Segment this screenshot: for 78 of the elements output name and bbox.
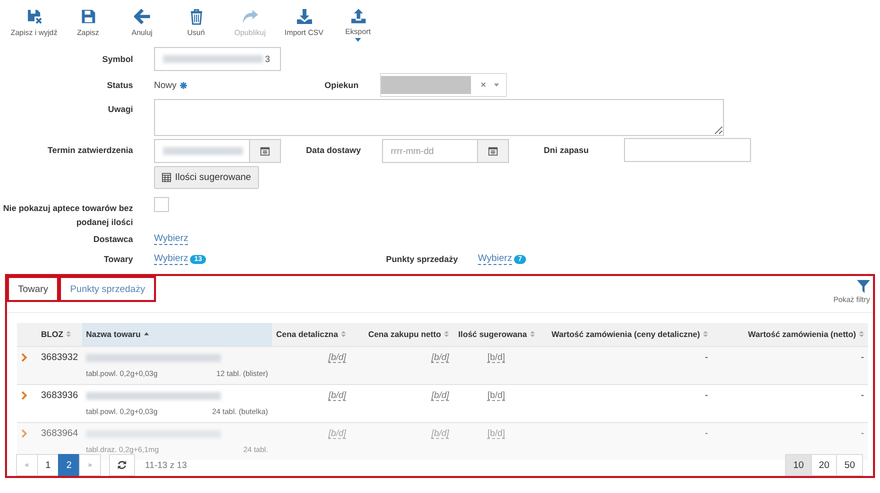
no-data-link[interactable]: [b/d] [487,352,505,363]
column-header[interactable]: BLOZ [37,323,82,346]
tab[interactable]: Punkty sprzedaży [59,276,156,302]
sort-icon [859,331,864,337]
choose-link[interactable]: Wybierz [478,253,512,265]
sort-arrow-icon [144,331,149,337]
arrow-left-icon [134,8,150,25]
sort-icon [444,331,449,337]
column-header[interactable]: Cena detaliczna [272,323,350,346]
tab[interactable]: Towary [7,276,60,302]
chevron-right-icon [21,391,27,400]
table-cell: - [704,428,708,439]
page-size-button[interactable]: 50 [836,454,863,476]
choose-link[interactable]: Wybierz [154,253,188,265]
notes-field[interactable] [154,99,724,136]
column-header[interactable]: Wartość zamówienia (netto) [712,323,868,346]
table-cell: - [704,390,708,401]
funnel-icon [857,280,870,293]
table-cell: 3683932 [41,352,78,363]
no-data-link[interactable]: [b/d] [328,390,346,401]
date-field[interactable] [154,139,281,163]
table-cell: 3683964 [41,428,78,439]
upload-icon [350,8,366,24]
page-button[interactable]: 1 [37,454,59,476]
table-cell: 3683936 [41,390,78,401]
table-cell: - [704,352,708,363]
floppy-icon [80,8,96,25]
field-label: Dostawca [92,234,133,244]
field-label: Punkty sprzedaży [386,254,458,264]
no-data-link[interactable]: [b/d] [328,352,346,363]
refresh-icon [117,460,127,470]
calendar-icon [260,146,270,156]
sort-icon [703,331,708,337]
table-cell: - [860,428,864,439]
no-data-link[interactable]: [b/d] [487,390,505,401]
table-cell: - [860,390,864,401]
status-value: Nowy [154,80,177,90]
suggested-quantities-button[interactable]: Ilości sugerowane [154,166,260,188]
page-size-button[interactable]: 20 [810,454,838,476]
clear-button[interactable]: × [480,80,486,90]
floppy-x-icon [26,8,42,25]
field-label: Symbol [101,54,133,64]
sort-icon [66,331,72,337]
chevron-right-icon [21,353,27,362]
column-header[interactable]: Cena zakupu netto [350,323,453,346]
page-range: 11-13 z 13 [145,460,187,470]
symbol-field[interactable]: 3 [154,47,281,71]
field-label: Towary [102,254,133,264]
no-data-link[interactable]: [b/d] [431,390,449,401]
caret-icon [494,83,500,87]
curved-arrow-icon [242,8,258,25]
column-header[interactable]: Ilość sugerowana [453,323,539,346]
checkbox[interactable] [154,197,169,212]
sort-icon [530,331,535,337]
refresh-button[interactable] [109,454,135,476]
table-icon [162,172,171,182]
days-field[interactable] [624,138,751,162]
field-label: Dni zapasu [544,145,589,155]
page-button[interactable]: 2 [58,454,80,476]
select-field[interactable]: × [380,73,507,97]
field-label: Uwagi [106,103,133,114]
field-label: Nie pokazuj aptece towarów bez podanej ilości [2,202,133,229]
column-header[interactable]: Nazwa towaru [82,323,272,346]
chevron-right-icon [21,429,27,438]
download-icon [296,8,312,25]
table-cell: - [860,352,864,363]
choose-link[interactable]: Wybierz [154,233,188,245]
caret-icon [355,38,361,42]
field-label: Termin zatwierdzenia [46,145,133,155]
sort-icon [341,331,346,337]
field-label: Data dostawy [306,145,361,155]
page-size-button[interactable]: 10 [785,454,812,476]
calendar-icon [488,146,498,156]
no-data-link[interactable]: [b/d] [431,352,449,363]
asterisk-icon [180,82,187,88]
field-label: Opiekun [324,80,359,90]
field-label: Status [106,80,133,90]
column-header[interactable]: Wartość zamówienia (ceny detaliczne) [539,323,712,346]
